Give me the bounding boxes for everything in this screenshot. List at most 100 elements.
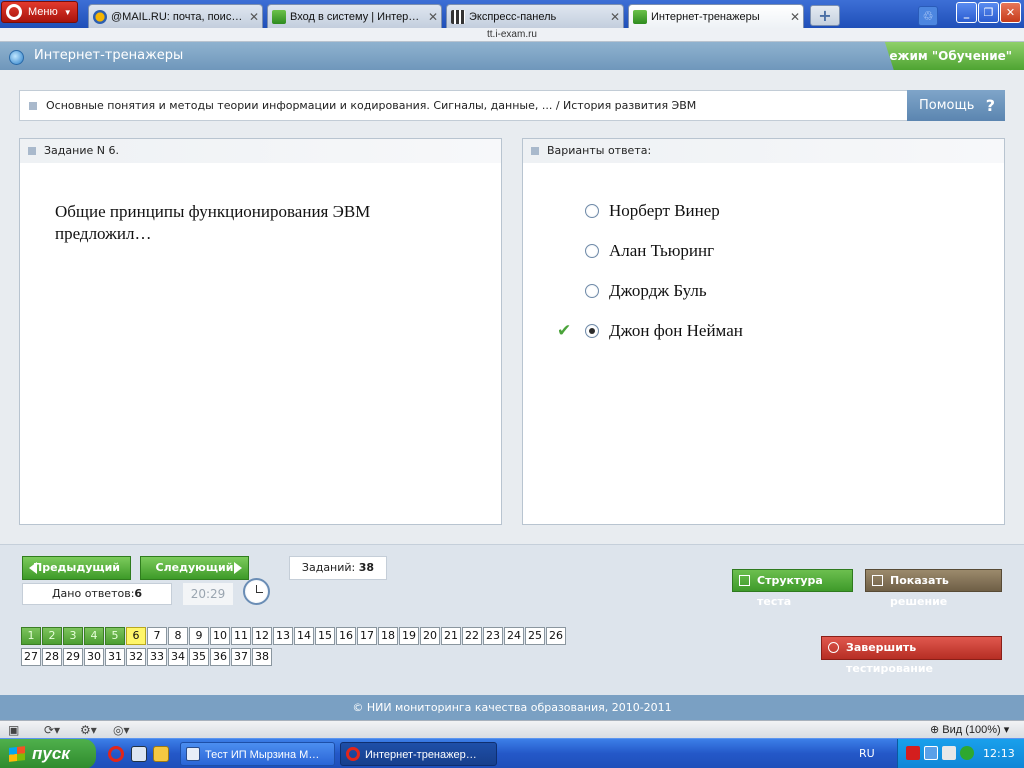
question-number[interactable]: 24: [504, 627, 524, 645]
question-number[interactable]: 37: [231, 648, 251, 666]
tab-speed-dial[interactable]: Экспресс-панель ✕: [446, 4, 624, 28]
answer-label: Алан Тьюринг: [609, 241, 715, 260]
unite-icon[interactable]: ⚙▾: [80, 723, 97, 737]
question-number[interactable]: 13: [273, 627, 293, 645]
question-number[interactable]: 26: [546, 627, 566, 645]
clock-quicklaunch-icon[interactable]: [153, 746, 169, 762]
question-number[interactable]: 7: [147, 627, 167, 645]
minimize-button[interactable]: _: [956, 2, 977, 23]
new-tab-button[interactable]: +: [810, 5, 840, 26]
next-button[interactable]: Следующий: [140, 556, 249, 580]
question-number[interactable]: 35: [189, 648, 209, 666]
help-button[interactable]: Помощь ?: [907, 90, 1005, 121]
zoom-control[interactable]: ⊕ Вид (100%) ▾: [930, 723, 1009, 736]
timer: 20:29: [183, 583, 233, 605]
close-icon[interactable]: ✕: [787, 10, 803, 24]
question-number[interactable]: 4: [84, 627, 104, 645]
close-icon[interactable]: ✕: [246, 10, 262, 24]
language-indicator[interactable]: RU: [859, 747, 875, 760]
save-quicklaunch-icon[interactable]: [131, 746, 147, 762]
question-number[interactable]: 8: [168, 627, 188, 645]
question-number[interactable]: 38: [252, 648, 272, 666]
question-number[interactable]: 18: [378, 627, 398, 645]
update-icon[interactable]: [960, 746, 974, 760]
question-number[interactable]: 15: [315, 627, 335, 645]
close-icon[interactable]: ✕: [425, 10, 441, 24]
tasks-counter: Заданий: 38: [289, 556, 387, 580]
panel-toggle-icon[interactable]: ▣: [8, 723, 19, 737]
answer-option[interactable]: Джон фон Нейман: [585, 319, 743, 343]
task-label: Интернет-тренажер…: [365, 749, 477, 761]
breadcrumb-text: Основные понятия и методы теории информа…: [46, 99, 697, 112]
question-number[interactable]: 5: [105, 627, 125, 645]
opera-menu-button[interactable]: Меню ▼: [1, 1, 78, 23]
question-number[interactable]: 32: [126, 648, 146, 666]
volume-icon[interactable]: [942, 746, 956, 760]
answer-option[interactable]: Алан Тьюринг: [585, 239, 714, 263]
question-number[interactable]: 34: [168, 648, 188, 666]
answer-option[interactable]: Джордж Буль: [585, 279, 707, 303]
question-number[interactable]: 16: [336, 627, 356, 645]
test-structure-button[interactable]: Структура теста: [732, 569, 853, 608]
finish-test-button[interactable]: Завершить тестирование: [821, 636, 1002, 675]
close-icon[interactable]: ✕: [607, 10, 623, 24]
network-icon[interactable]: [924, 746, 938, 760]
bullet-icon: [29, 102, 37, 110]
question-number[interactable]: 28: [42, 648, 62, 666]
show-solution-button[interactable]: Показать решение: [865, 569, 1002, 608]
question-number[interactable]: 30: [84, 648, 104, 666]
question-number[interactable]: 25: [525, 627, 545, 645]
sync-icon[interactable]: ⟳▾: [44, 723, 60, 737]
mail-icon: [93, 9, 107, 24]
radio-button[interactable]: [585, 244, 599, 258]
question-number[interactable]: 3: [63, 627, 83, 645]
question-number[interactable]: 33: [147, 648, 167, 666]
answers-heading: Варианты ответа:: [547, 144, 652, 157]
question-number[interactable]: 17: [357, 627, 377, 645]
question-number[interactable]: 11: [231, 627, 251, 645]
start-button[interactable]: пуск: [0, 739, 96, 768]
site-title: Интернет-тренажеры: [34, 48, 184, 63]
question-number[interactable]: 19: [399, 627, 419, 645]
question-number[interactable]: 9: [189, 627, 209, 645]
question-number[interactable]: 21: [441, 627, 461, 645]
question-number[interactable]: 29: [63, 648, 83, 666]
answered-counter: Дано ответов:6: [22, 583, 172, 605]
question-number[interactable]: 14: [294, 627, 314, 645]
question-number[interactable]: 1: [21, 627, 41, 645]
question-number[interactable]: 6: [126, 627, 146, 645]
menu-label: Меню: [28, 6, 58, 18]
taskbar-item-word[interactable]: Тест ИП Мырзина М…: [180, 742, 335, 766]
question-number[interactable]: 22: [462, 627, 482, 645]
radio-button[interactable]: [585, 284, 599, 298]
answer-option[interactable]: Норберт Винер: [585, 199, 720, 223]
question-number[interactable]: 10: [210, 627, 230, 645]
system-clock: 12:13: [983, 747, 1015, 760]
antivirus-icon[interactable]: [906, 746, 920, 760]
question-number[interactable]: 23: [483, 627, 503, 645]
tab-trainers[interactable]: Интернет-тренажеры ✕: [628, 4, 804, 28]
taskbar-item-opera[interactable]: Интернет-тренажер…: [340, 742, 497, 766]
chevron-down-icon: ▾: [1003, 724, 1010, 736]
tab-login[interactable]: Вход в систему | Интер… ✕: [267, 4, 442, 28]
question-number[interactable]: 12: [252, 627, 272, 645]
radio-button[interactable]: [585, 204, 599, 218]
window-close-button[interactable]: ✕: [1000, 2, 1021, 23]
opera-icon: [346, 747, 360, 761]
radio-button[interactable]: [585, 324, 599, 338]
turbo-icon[interactable]: ◎▾: [113, 723, 130, 737]
question-text: Общие принципы функционирования ЭВМ пред…: [55, 202, 371, 243]
tab-mail[interactable]: @MAIL.RU: почта, поис… ✕: [88, 4, 263, 28]
opera-quicklaunch-icon[interactable]: [108, 746, 124, 762]
prev-button[interactable]: Предыдущий: [22, 556, 131, 580]
book-icon: [872, 575, 883, 586]
browser-tab-strip: Меню ▼ @MAIL.RU: почта, поис… ✕ Вход в с…: [0, 0, 1024, 28]
restore-button[interactable]: ❐: [978, 2, 999, 23]
question-number[interactable]: 20: [420, 627, 440, 645]
question-number[interactable]: 27: [21, 648, 41, 666]
question-number[interactable]: 36: [210, 648, 230, 666]
trash-icon[interactable]: ♲: [918, 6, 938, 26]
question-number[interactable]: 31: [105, 648, 125, 666]
question-number[interactable]: 2: [42, 627, 62, 645]
address-label: tt.i-exam.ru: [0, 28, 1024, 42]
